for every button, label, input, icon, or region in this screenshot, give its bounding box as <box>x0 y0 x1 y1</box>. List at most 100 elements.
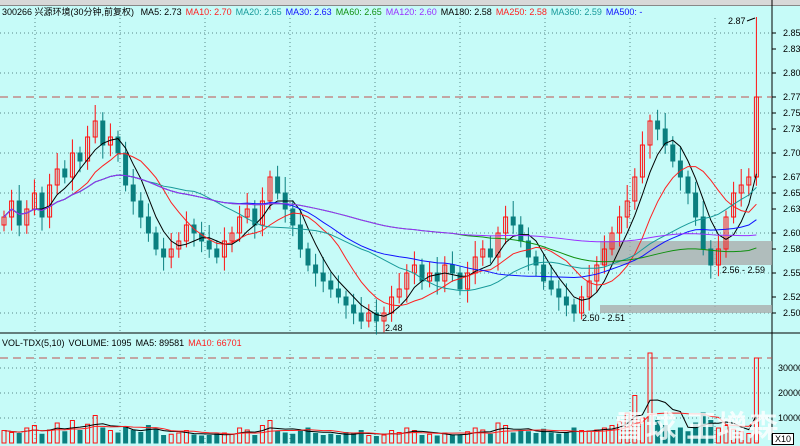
price-zone <box>600 241 772 265</box>
volume-bar <box>259 425 265 444</box>
candle-body <box>693 192 699 218</box>
volume-bar <box>123 426 129 444</box>
candle-body <box>153 232 159 250</box>
volume-bar <box>237 427 243 444</box>
candle-body <box>123 152 129 186</box>
candle-body <box>275 176 281 194</box>
volume-bar <box>275 430 281 444</box>
scale-button[interactable]: X10 <box>772 433 795 445</box>
price-zone <box>600 305 772 313</box>
arrow <box>746 17 756 22</box>
volume-bar <box>373 436 379 444</box>
volume-bar <box>533 433 539 444</box>
volume-bar <box>47 429 53 444</box>
volume-bar <box>351 433 357 444</box>
price-tick-label: 2.85 <box>783 28 800 38</box>
volume-bar <box>366 435 372 444</box>
candle-body <box>290 208 296 226</box>
price-tick-label: 2.83 <box>783 44 800 54</box>
volume-bar <box>594 429 600 444</box>
volume-bar <box>389 430 395 444</box>
volume-bar <box>579 430 585 444</box>
volume-bar <box>518 430 524 444</box>
candle-body <box>708 248 714 266</box>
ma90-line <box>3 174 757 243</box>
candle-body <box>335 288 341 298</box>
candle-body <box>449 264 455 274</box>
volume-bar <box>69 420 75 444</box>
volume-bar <box>297 429 303 444</box>
ma5-line <box>3 138 757 317</box>
volume-bar <box>199 435 205 444</box>
volume-bar <box>381 434 387 444</box>
volume-tick-label: 30000 <box>778 363 800 373</box>
candle-body <box>161 248 167 258</box>
volume-bar <box>168 433 174 444</box>
candle-body <box>518 224 524 242</box>
candle-body <box>328 280 334 290</box>
low-annotation: 2.48 <box>385 323 403 333</box>
candle-body <box>548 280 554 290</box>
volume-bar <box>1 430 7 444</box>
volume-bar <box>153 428 159 444</box>
price-tick-label: 2.55 <box>783 268 800 278</box>
candle-body <box>571 304 577 314</box>
price-tick-label: 2.73 <box>783 124 800 134</box>
volume-bar <box>419 435 425 444</box>
volume-bar <box>214 433 220 444</box>
price-tick-label: 2.50 <box>783 308 800 318</box>
volume-tick-label: 10000 <box>778 413 800 423</box>
volume-bar <box>525 431 531 444</box>
candle-body <box>130 184 136 202</box>
volume-bar <box>472 427 478 444</box>
price-tick-label: 2.52 <box>783 292 800 302</box>
price-tick-label: 2.60 <box>783 228 800 238</box>
volume-bar <box>115 432 121 444</box>
candle-body <box>77 152 83 162</box>
volume-bar <box>92 415 98 444</box>
volume-bar <box>100 427 106 444</box>
price-tick-label: 2.75 <box>783 108 800 118</box>
volume-bar <box>290 433 296 444</box>
volume-bar <box>9 432 15 444</box>
volume-bar <box>328 433 334 444</box>
candle-body <box>138 200 144 218</box>
volume-bar <box>62 431 68 444</box>
volume-bar <box>130 430 136 444</box>
volume-bar <box>586 430 592 444</box>
volume-bar <box>427 433 433 444</box>
volume-bar <box>54 422 60 444</box>
volume-bar <box>556 433 562 444</box>
volume-bar <box>434 435 440 444</box>
volume-bar <box>449 435 455 444</box>
volume-bar <box>495 422 501 444</box>
candle-body <box>541 264 547 282</box>
volume-bar <box>107 430 113 444</box>
candle-body <box>206 240 212 250</box>
candle-body <box>39 192 45 218</box>
volume-bar <box>320 435 326 444</box>
volume-bar <box>206 435 212 444</box>
volume-bar <box>85 423 91 444</box>
candle-body <box>100 120 106 146</box>
candle-body <box>351 304 357 314</box>
volume-bar <box>176 432 182 444</box>
volume-bar <box>161 435 167 444</box>
volume-bar <box>138 432 144 444</box>
volume-bar <box>282 432 288 444</box>
volume-bar <box>335 435 341 444</box>
volume-bar <box>487 433 493 444</box>
price-tick-label: 2.77 <box>783 92 800 102</box>
candle-body <box>655 120 661 130</box>
volume-bar <box>39 433 45 444</box>
candle-body <box>487 248 493 258</box>
candlestick-chart[interactable]: 2.85 2.83 2.80 2.77 2.75 2.73 2.70 2.67 2.65 2.63… <box>0 0 800 445</box>
candle-body <box>563 296 569 306</box>
volume-bar <box>404 427 410 444</box>
price-tick-label: 2.58 <box>783 244 800 254</box>
candle-body <box>556 288 562 298</box>
price-tick-label: 2.67 <box>783 172 800 182</box>
volume-bar <box>24 427 30 444</box>
candle-body <box>145 216 151 234</box>
candle-body <box>670 144 676 162</box>
